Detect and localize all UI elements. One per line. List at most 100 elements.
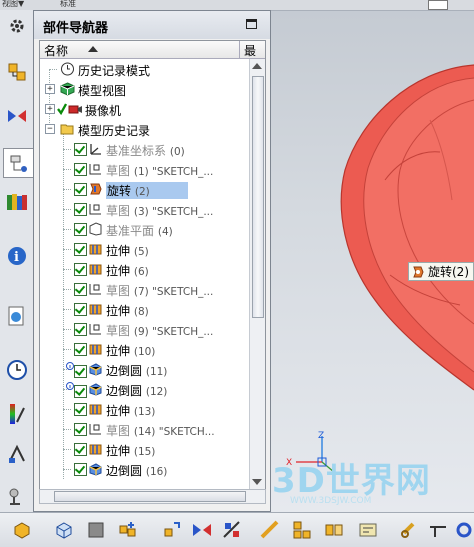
constraint-navigator-icon[interactable] xyxy=(3,102,31,130)
extrude-icon xyxy=(89,264,102,275)
assembly-constraints-icon[interactable] xyxy=(190,518,214,542)
move-component-icon[interactable] xyxy=(160,518,184,542)
column-name-header[interactable]: 名称 xyxy=(40,41,240,58)
view-menu[interactable]: 视图▼ xyxy=(2,0,24,8)
part-navigator-panel: 部件导航器 名称 最 历史记录模式 + 模型视图 + 摄像机 − 模型历史记录 … xyxy=(33,10,271,512)
route-icon[interactable] xyxy=(426,518,450,542)
tree-item-sketch-7[interactable]: 草图 (7) "SKETCH_... xyxy=(40,279,247,299)
checkbox[interactable] xyxy=(74,143,87,156)
scroll-down-arrow-icon[interactable] xyxy=(252,479,262,485)
collapse-minus-icon[interactable]: − xyxy=(45,124,55,134)
history-clock-icon[interactable] xyxy=(3,356,31,384)
tree-item-label: 摄像机 xyxy=(85,104,122,118)
components-icon[interactable] xyxy=(290,518,314,542)
checkbox[interactable] xyxy=(74,403,87,416)
wave-linker-icon[interactable] xyxy=(356,518,380,542)
select-part-icon[interactable] xyxy=(10,518,34,542)
checkbox[interactable] xyxy=(74,283,87,296)
restore-window-icon[interactable] xyxy=(246,19,257,29)
tree-item-history-mode[interactable]: 历史记录模式 xyxy=(40,59,247,79)
extrude-icon xyxy=(89,444,102,455)
tree-item-extrude-13[interactable]: 拉伸 (13) xyxy=(40,399,247,419)
checkbox[interactable] xyxy=(74,463,87,476)
tree-item-sketch-14[interactable]: 草图 (14) "SKETCH... xyxy=(40,419,247,439)
tree-rows: 历史记录模式 + 模型视图 + 摄像机 − 模型历史记录 基准坐标系 (0) 草… xyxy=(40,59,247,489)
checkbox[interactable] xyxy=(74,223,87,236)
revolved-model[interactable] xyxy=(290,60,474,420)
checkbox[interactable] xyxy=(74,385,87,398)
tree-item-label: 基准坐标系 (0) xyxy=(106,144,185,158)
help-icon[interactable] xyxy=(428,0,448,10)
tree-item-extrude-10[interactable]: 拉伸 (10) xyxy=(40,339,247,359)
tree-item-edge-blend-16[interactable]: 边倒圆 (16) xyxy=(40,459,247,479)
tree-item-model-views[interactable]: + 模型视图 xyxy=(40,79,247,99)
tree-item-extrude-15[interactable]: 拉伸 (15) xyxy=(40,439,247,459)
tree-item-label: 拉伸 (6) xyxy=(106,264,149,278)
checkbox[interactable] xyxy=(74,203,87,216)
roles-icon[interactable] xyxy=(3,440,31,468)
tree-item-extrude-6[interactable]: 拉伸 (6) xyxy=(40,259,247,279)
expand-plus-icon[interactable]: + xyxy=(45,84,55,94)
reuse-library-icon[interactable] xyxy=(3,188,31,216)
assembly-navigator-icon[interactable] xyxy=(3,58,31,86)
checkbox[interactable] xyxy=(74,423,87,436)
checkbox[interactable] xyxy=(74,323,87,336)
checkbox[interactable] xyxy=(74,443,87,456)
tree-item-edge-blend-12[interactable]: 边倒圆 (12) xyxy=(40,379,247,399)
tree-item-label: 边倒圆 (16) xyxy=(106,464,168,478)
system-materials-icon[interactable] xyxy=(3,400,31,428)
show-hide-constraints-icon[interactable] xyxy=(220,518,244,542)
navigator-tree[interactable]: 名称 最 历史记录模式 + 模型视图 + 摄像机 − 模型历史记录 基准坐标系 … xyxy=(39,40,266,490)
tree-item-label: 草图 (7) "SKETCH_... xyxy=(106,284,214,298)
tree-item-sketch-9[interactable]: 草图 (9) "SKETCH_... xyxy=(40,319,247,339)
checkbox[interactable] xyxy=(74,303,87,316)
checkbox[interactable] xyxy=(74,183,87,196)
vertical-scrollbar[interactable] xyxy=(249,59,265,489)
tree-item-label: 拉伸 (15) xyxy=(106,444,156,458)
feature-tag[interactable]: 旋转(2) xyxy=(408,262,474,281)
add-component-icon[interactable] xyxy=(116,518,140,542)
tree-item-sketch-1[interactable]: 草图 (1) "SKETCH_... xyxy=(40,159,247,179)
edge-blend-icon xyxy=(89,363,102,376)
scroll-thumb[interactable] xyxy=(252,76,264,318)
tree-item-cameras[interactable]: + 摄像机 xyxy=(40,99,247,119)
tree-item-label: 拉伸 (13) xyxy=(106,404,156,418)
process-studio-icon[interactable] xyxy=(3,482,31,510)
pipe-icon[interactable] xyxy=(452,518,474,542)
settings-gear-icon[interactable] xyxy=(3,12,31,40)
tree-item-revolve-2[interactable]: 旋转 (2) xyxy=(40,179,247,199)
column-latest-header[interactable]: 最 xyxy=(244,42,256,59)
tree-item-edge-blend-11[interactable]: 边倒圆 (11) xyxy=(40,359,247,379)
mirror-assembly-icon[interactable] xyxy=(322,518,346,542)
horizontal-scrollbar[interactable] xyxy=(39,489,266,504)
link-chain-icon[interactable] xyxy=(398,518,422,542)
extrude-icon xyxy=(89,344,102,355)
checkbox[interactable] xyxy=(74,365,87,378)
checkbox[interactable] xyxy=(74,343,87,356)
web-browser-icon[interactable] xyxy=(3,302,31,330)
watermark-url: WWW.3DSJW.COM xyxy=(290,496,372,506)
tree-item-extrude-5[interactable]: 拉伸 (5) xyxy=(40,239,247,259)
tree-item-label: 边倒圆 (11) xyxy=(106,364,168,378)
camera-icon xyxy=(68,105,82,114)
tree-item-datum-plane[interactable]: 基准平面 (4) xyxy=(40,219,247,239)
tree-item-model-history[interactable]: − 模型历史记录 xyxy=(40,119,247,139)
render-style-icon[interactable] xyxy=(84,518,108,542)
scroll-up-arrow-icon[interactable] xyxy=(252,63,262,69)
part-navigator-icon[interactable] xyxy=(3,148,34,178)
tree-item-extrude-8[interactable]: 拉伸 (8) xyxy=(40,299,247,319)
tree-item-sketch-3[interactable]: 草图 (3) "SKETCH_... xyxy=(40,199,247,219)
checkbox[interactable] xyxy=(74,163,87,176)
tree-item-datum-csys[interactable]: 基准坐标系 (0) xyxy=(40,139,247,159)
extrude-icon xyxy=(89,404,102,415)
checkbox[interactable] xyxy=(74,263,87,276)
expand-plus-icon[interactable]: + xyxy=(45,104,55,114)
standard-menu[interactable]: 标准 xyxy=(60,0,76,8)
svg-text:i: i xyxy=(14,250,19,265)
view-cube-icon[interactable] xyxy=(52,518,76,542)
hscroll-thumb[interactable] xyxy=(54,491,246,502)
checkbox[interactable] xyxy=(74,243,87,256)
info-icon[interactable]: i xyxy=(3,242,31,270)
measure-icon[interactable] xyxy=(258,518,282,542)
folder-open-icon xyxy=(60,124,74,135)
